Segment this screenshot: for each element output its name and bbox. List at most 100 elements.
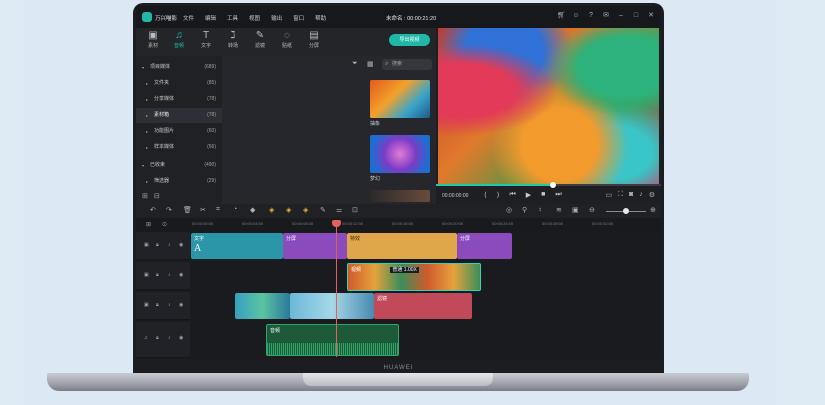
play-icon[interactable]: ▶ xyxy=(526,191,531,199)
account-icon[interactable]: ☺ xyxy=(572,12,580,20)
minimize-icon[interactable]: – xyxy=(617,12,625,20)
keyframe-icon[interactable]: ◆ xyxy=(250,206,255,214)
tab-text[interactable]: T 文字 xyxy=(193,30,219,49)
crop-icon[interactable]: ⌗ xyxy=(216,206,220,214)
media-thumb-abstract[interactable] xyxy=(370,80,430,118)
next-frame-icon[interactable]: ⏭ xyxy=(555,191,561,199)
grid-view-icon[interactable]: ▦ xyxy=(367,60,374,68)
sidebar-item-material-box[interactable]: ▸ 素材箱 (78) xyxy=(136,108,222,123)
voiceover-icon[interactable]: ≋ xyxy=(556,206,562,214)
mark-out-icon[interactable]: ⟩ xyxy=(497,191,500,199)
mail-icon[interactable]: ✉ xyxy=(602,12,610,20)
effect-clip[interactable]: 特效 xyxy=(347,233,457,259)
snap-icon[interactable]: ⚲ xyxy=(522,206,527,214)
text-clip[interactable]: 文字 A xyxy=(191,233,283,259)
transition-clip[interactable]: 分屏 xyxy=(283,233,347,259)
fullscreen-icon[interactable]: ⛶ xyxy=(618,191,623,199)
screen-icon[interactable]: ▭ xyxy=(605,191,612,199)
media-thumb[interactable] xyxy=(370,190,430,202)
help-icon[interactable]: ? xyxy=(587,12,595,20)
sidebar-item-project-media[interactable]: ▾ 项目媒体 (689) xyxy=(136,60,222,75)
eye-icon[interactable]: ◉ xyxy=(179,272,183,278)
previous-frame-icon[interactable]: ⏮ xyxy=(509,191,515,199)
menu-output[interactable]: 输出 xyxy=(271,14,282,22)
video-clip[interactable]: 视频 普通 1.00X xyxy=(347,263,481,291)
sidebar-item-function-images[interactable]: ▸ 功能图片 (60) xyxy=(136,124,222,139)
marker-icon[interactable]: ◎ xyxy=(506,206,512,214)
stop-icon[interactable]: ■ xyxy=(541,191,545,199)
menu-help[interactable]: 帮助 xyxy=(315,14,326,22)
playhead[interactable] xyxy=(336,224,337,357)
tab-sticker[interactable]: ◌ 贴纸 xyxy=(274,30,300,49)
tab-audio[interactable]: ♫ 音频 xyxy=(166,30,192,49)
search-input[interactable]: ⌕ 搜索 xyxy=(382,59,432,70)
mask-icon[interactable]: ⊡ xyxy=(352,206,358,214)
lock-icon[interactable]: 🔒︎ xyxy=(156,272,159,278)
maximize-icon[interactable]: □ xyxy=(632,12,640,20)
settings-icon[interactable]: ⚙ xyxy=(649,191,655,199)
mark-in-icon[interactable]: ⟨ xyxy=(484,191,487,199)
sidebar-item-collected[interactable]: ▾ 已收束 (490) xyxy=(136,158,222,173)
folder-icon[interactable]: ⊟ xyxy=(154,192,160,200)
menu-file[interactable]: 文件 xyxy=(183,14,194,22)
menu-window[interactable]: 窗口 xyxy=(293,14,304,22)
transition-clip[interactable]: 分屏 xyxy=(457,233,512,259)
timeline-ruler[interactable]: ⊞ ⊙ 00:00:00:00 00:00:04:00 00:00:08:00 … xyxy=(136,218,661,232)
image-clip[interactable] xyxy=(290,293,374,319)
ruler-tick: 00:00:28:00 xyxy=(542,221,564,226)
mute-icon[interactable]: ♪ xyxy=(168,302,171,308)
tab-transition[interactable]: ℷ 转场 xyxy=(220,30,246,49)
volume-icon[interactable]: ♪ xyxy=(639,191,643,199)
filter-icon[interactable]: ⏷ xyxy=(352,60,358,68)
add-track-icon[interactable]: ⊞ xyxy=(146,221,151,228)
tab-filter[interactable]: ✎ 滤镜 xyxy=(247,30,273,49)
export-video-button[interactable]: 导出视频 xyxy=(389,34,430,46)
eye-icon[interactable]: ◉ xyxy=(179,302,183,308)
snapshot-icon[interactable]: ◙ xyxy=(629,191,633,199)
pro-feature-icon[interactable]: ◈ xyxy=(269,206,274,214)
mute-icon[interactable]: ♪ xyxy=(168,335,171,341)
progress-knob[interactable] xyxy=(550,182,556,188)
lock-icon[interactable]: 🔒︎ xyxy=(156,242,159,248)
pro-feature-icon[interactable]: ◈ xyxy=(303,206,308,214)
cart-icon[interactable]: 🛒︎ xyxy=(557,12,566,20)
zoom-out-icon[interactable]: ⊖ xyxy=(589,206,595,214)
sidebar-item-filters[interactable]: ▸ 筛选器 (29) xyxy=(136,174,222,189)
eye-icon[interactable]: ◉ xyxy=(179,335,183,341)
render-icon[interactable]: ▣ xyxy=(572,206,579,214)
audio-mixer-icon[interactable]: ⚌ xyxy=(336,206,342,214)
close-icon[interactable]: ✕ xyxy=(647,12,655,20)
lock-icon[interactable]: 🔒︎ xyxy=(156,335,159,341)
speed-icon[interactable]: ◔ xyxy=(233,206,237,213)
filter-clip[interactable]: 滤镜 xyxy=(374,293,472,319)
undo-icon[interactable]: ↶ xyxy=(150,206,156,214)
mute-icon[interactable]: ♪ xyxy=(168,272,171,278)
menu-edit[interactable]: 编辑 xyxy=(205,14,216,22)
new-folder-icon[interactable]: ⊞ xyxy=(142,192,148,200)
mic-icon[interactable]: ♮ xyxy=(539,206,542,214)
zoom-slider-knob[interactable] xyxy=(623,208,629,214)
split-icon[interactable]: ✂ xyxy=(200,206,206,214)
tab-splitscreen[interactable]: ▤ 分屏 xyxy=(301,30,327,49)
media-thumb-dream[interactable] xyxy=(370,135,430,173)
sidebar-item-shared-media[interactable]: ▸ 分享媒体 (78) xyxy=(136,92,222,107)
sidebar-item-folder[interactable]: ▸ 文件夹 (85) xyxy=(136,76,222,91)
link-icon[interactable]: ⊙ xyxy=(162,221,167,228)
color-icon[interactable]: ✎ xyxy=(320,206,326,214)
image-clip[interactable] xyxy=(235,293,290,319)
lock-icon[interactable]: 🔒︎ xyxy=(156,302,159,308)
pro-feature-icon[interactable]: ◈ xyxy=(286,206,291,214)
eye-icon[interactable]: ◉ xyxy=(179,242,183,248)
delete-icon[interactable]: 🗑︎ xyxy=(183,206,192,214)
menu-view[interactable]: 视图 xyxy=(249,14,260,22)
menu-tools[interactable]: 工具 xyxy=(227,14,238,22)
tab-media[interactable]: ▣ 素材 xyxy=(140,30,166,49)
playback-progress[interactable] xyxy=(436,184,661,186)
audio-clip[interactable]: 音频 xyxy=(266,324,399,356)
playhead-handle[interactable] xyxy=(332,220,341,227)
zoom-in-icon[interactable]: ⊕ xyxy=(650,206,656,214)
redo-icon[interactable]: ↷ xyxy=(166,206,172,214)
text-glyph-icon: A xyxy=(194,243,202,254)
mute-icon[interactable]: ♪ xyxy=(168,242,171,248)
sidebar-item-sample-media[interactable]: ▸ 样本媒体 (56) xyxy=(136,140,222,155)
